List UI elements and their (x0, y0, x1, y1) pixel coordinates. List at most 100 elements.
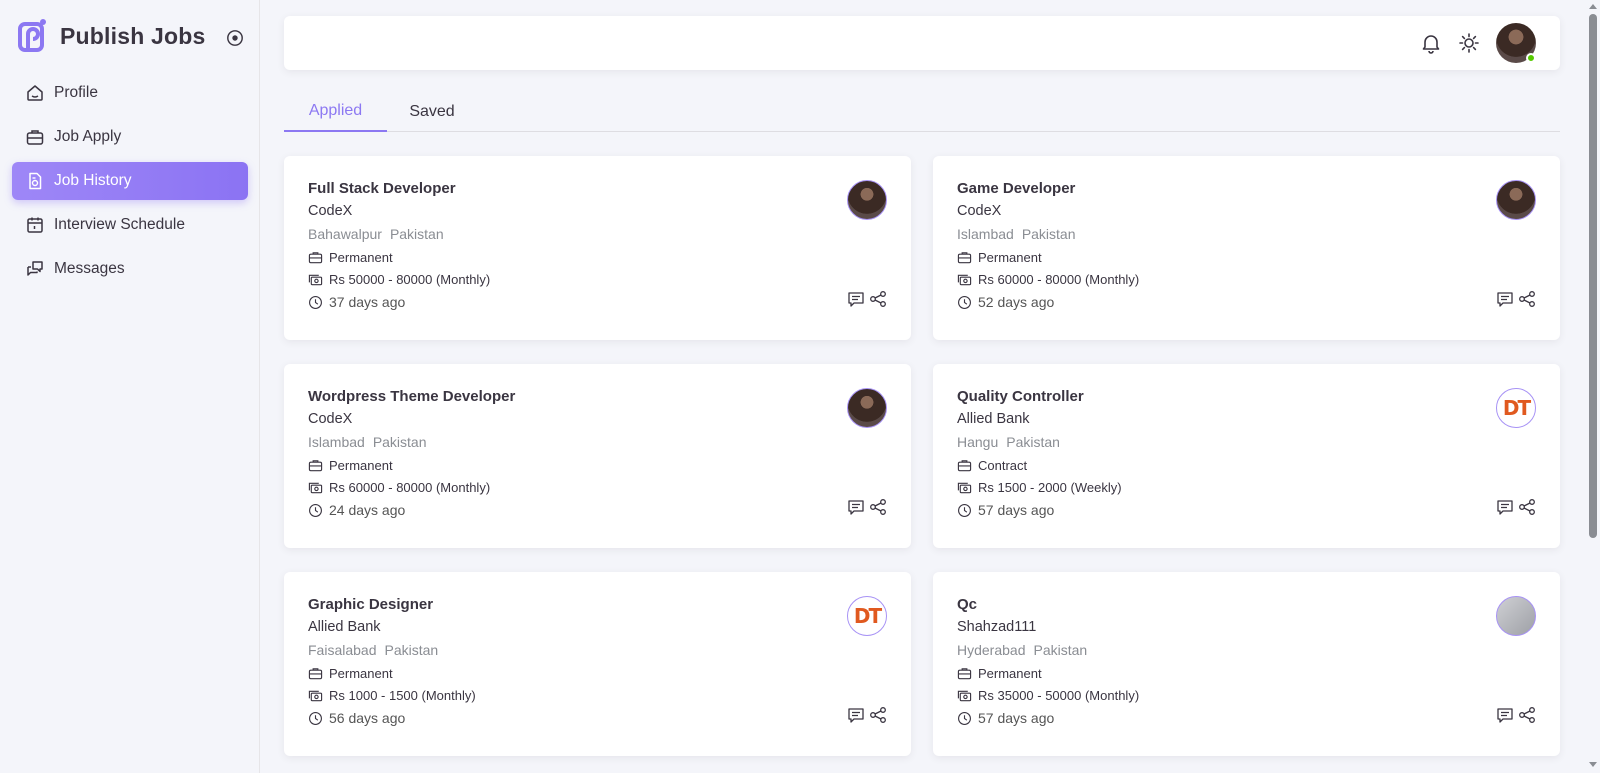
card-actions (847, 290, 887, 308)
sidebar-item-label: Job Apply (54, 128, 122, 145)
company-logo (847, 180, 887, 220)
share-icon[interactable] (1518, 706, 1536, 724)
chat-icon (27, 261, 43, 276)
job-card[interactable]: Full Stack Developer CodeX Bahawalpur Pak… (284, 156, 911, 340)
company-logo (847, 388, 887, 428)
scrollbar-thumb[interactable] (1589, 14, 1597, 538)
job-salary-label: Rs 60000 - 80000 (Monthly) (978, 272, 1140, 287)
comment-icon[interactable] (1496, 498, 1514, 516)
tab-saved[interactable]: Saved (387, 92, 477, 132)
job-type-label: Permanent (329, 250, 393, 265)
clock-icon (958, 711, 971, 725)
job-card[interactable]: Graphic Designer Allied Bank Faisalabad P… (284, 572, 911, 756)
job-posted-label: 57 days ago (978, 502, 1055, 518)
sidebar-item-job-apply[interactable]: Job Apply (12, 118, 248, 156)
company-logo (1496, 180, 1536, 220)
job-posted: 52 days ago (957, 294, 1054, 310)
tab-applied[interactable]: Applied (284, 92, 387, 132)
share-icon[interactable] (1518, 498, 1536, 516)
job-type: Permanent (308, 458, 393, 473)
company-name: Shahzad111 (957, 619, 1037, 635)
sidebar-item-label: Job History (54, 172, 132, 189)
scroll-up-arrow-icon[interactable] (1589, 4, 1597, 9)
job-city: Hyderabad (957, 642, 1026, 658)
clock-icon (309, 503, 322, 517)
clock-icon (309, 295, 322, 309)
job-posted-label: 24 days ago (329, 502, 406, 518)
comment-icon[interactable] (847, 706, 865, 724)
job-city: Faisalabad (308, 642, 377, 658)
sidebar-item-interview-schedule[interactable]: Interview Schedule (12, 206, 248, 244)
job-salary: Rs 1000 - 1500 (Monthly) (308, 688, 476, 703)
share-icon[interactable] (869, 290, 887, 308)
job-title[interactable]: Full Stack Developer (308, 180, 456, 197)
share-icon[interactable] (1518, 290, 1536, 308)
job-type: Permanent (308, 666, 393, 681)
money-icon (957, 274, 972, 286)
job-salary: Rs 1500 - 2000 (Weekly) (957, 480, 1122, 495)
job-posted: 57 days ago (957, 710, 1054, 726)
top-bar (284, 16, 1560, 70)
job-card[interactable]: Qc Shahzad111 Hyderabad Pakistan Permanen… (933, 572, 1560, 756)
sun-icon[interactable] (1458, 32, 1480, 54)
briefcase-icon (957, 460, 972, 472)
job-title[interactable]: Quality Controller (957, 388, 1084, 405)
job-salary: Rs 60000 - 80000 (Monthly) (957, 272, 1139, 287)
sidebar-item-profile[interactable]: Profile (12, 74, 248, 112)
job-country: Pakistan (1006, 434, 1060, 450)
bell-icon[interactable] (1420, 32, 1442, 54)
job-card[interactable]: Game Developer CodeX Islambad Pakistan Pe… (933, 156, 1560, 340)
job-type-label: Permanent (978, 666, 1042, 681)
comment-icon[interactable] (847, 290, 865, 308)
money-icon (957, 690, 972, 702)
job-type: Contract (957, 458, 1027, 473)
sidebar-item-label: Messages (54, 260, 125, 277)
card-actions (1496, 290, 1536, 308)
company-name: CodeX (957, 203, 1002, 219)
share-icon[interactable] (869, 498, 887, 516)
job-location: Hyderabad Pakistan (957, 642, 1087, 658)
brand-title: Publish Jobs (60, 22, 206, 49)
sidebar: Publish Jobs Profile Job Apply Job Histo… (0, 0, 260, 773)
brand-logo-icon (18, 19, 46, 52)
job-country: Pakistan (372, 434, 427, 450)
job-title[interactable]: Wordpress Theme Developer (308, 388, 515, 405)
job-posted-label: 57 days ago (978, 710, 1055, 726)
calendar-icon (27, 217, 43, 233)
job-title[interactable]: Qc (957, 596, 977, 613)
job-salary-label: Rs 1500 - 2000 (Weekly) (978, 480, 1122, 495)
job-type: Permanent (957, 666, 1042, 681)
sidebar-item-messages[interactable]: Messages (12, 250, 248, 288)
job-location: Islambad Pakistan (308, 434, 427, 450)
job-city: Hangu (957, 434, 999, 450)
scrollbar[interactable] (1586, 0, 1600, 773)
scroll-down-arrow-icon[interactable] (1589, 762, 1597, 767)
job-country: Pakistan (389, 226, 444, 242)
brand[interactable]: Publish Jobs (18, 18, 206, 54)
briefcase-icon (308, 460, 323, 472)
job-title[interactable]: Graphic Designer (308, 596, 433, 613)
online-status-badge (1526, 53, 1536, 63)
history-tabs: Applied Saved (284, 92, 1560, 132)
briefcase-icon (308, 252, 323, 264)
job-card[interactable]: Wordpress Theme Developer CodeX Islambad… (284, 364, 911, 548)
job-country: Pakistan (384, 642, 439, 658)
job-salary: Rs 35000 - 50000 (Monthly) (957, 688, 1139, 703)
job-card[interactable]: Quality Controller Allied Bank Hangu Paki… (933, 364, 1560, 548)
sidebar-toggle-icon[interactable] (226, 29, 244, 47)
job-title[interactable]: Game Developer (957, 180, 1075, 197)
job-salary-label: Rs 35000 - 50000 (Monthly) (978, 688, 1140, 703)
comment-icon[interactable] (847, 498, 865, 516)
job-salary-label: Rs 50000 - 80000 (Monthly) (329, 272, 491, 287)
card-actions (847, 498, 887, 516)
share-icon[interactable] (869, 706, 887, 724)
sidebar-item-job-history[interactable]: Job History (12, 162, 248, 200)
comment-icon[interactable] (1496, 706, 1514, 724)
company-logo-text: DT (1502, 396, 1531, 420)
company-name: CodeX (308, 203, 353, 219)
job-salary: Rs 50000 - 80000 (Monthly) (308, 272, 490, 287)
job-city: Bahawalpur (308, 226, 382, 242)
job-country: Pakistan (1033, 642, 1088, 658)
job-city: Islambad (308, 434, 365, 450)
comment-icon[interactable] (1496, 290, 1514, 308)
